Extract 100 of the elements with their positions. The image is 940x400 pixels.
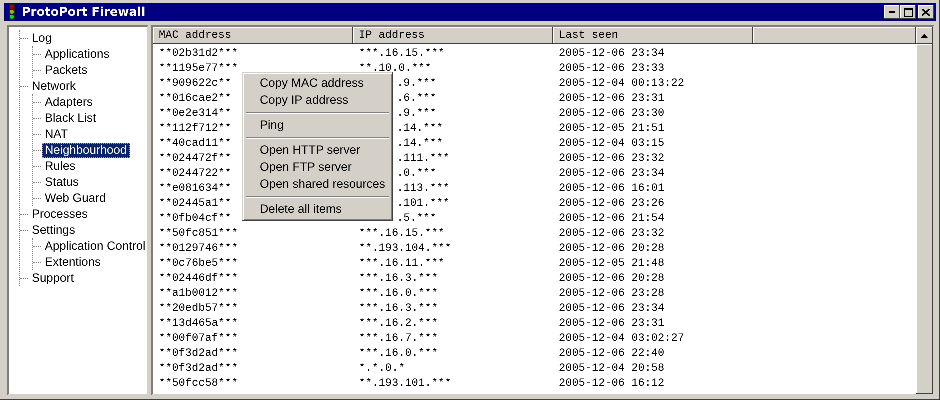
column-header[interactable]: Last seen xyxy=(553,27,753,44)
table-cell: .101.*** xyxy=(397,198,450,210)
menu-item[interactable]: Ping xyxy=(245,117,390,134)
table-cell: 2005-12-06 23:31 xyxy=(559,318,665,330)
tree-item[interactable]: Applications xyxy=(42,46,113,62)
tree-item[interactable]: Status xyxy=(42,174,82,190)
table-cell: 2005-12-04 03:15 xyxy=(559,138,665,150)
table-cell: ***.16.2.*** xyxy=(359,318,438,330)
table-cell: ***.16.7.*** xyxy=(359,332,438,344)
table-cell: **0244722** xyxy=(159,168,232,180)
table-cell: **50fc851*** xyxy=(159,228,238,240)
scrollbar-thumb[interactable] xyxy=(916,44,933,394)
table-cell: .113.*** xyxy=(397,182,450,194)
menu-item[interactable]: Delete all items xyxy=(245,201,390,218)
table-cell: ***.16.0.*** xyxy=(359,348,438,360)
table-cell: **50fcc58*** xyxy=(159,378,238,390)
table-cell: 2005-12-06 23:34 xyxy=(559,168,665,180)
table-cell: **112f712** xyxy=(159,122,232,134)
table-cell: .6.*** xyxy=(397,92,437,104)
tree-item[interactable]: Adapters xyxy=(42,94,96,110)
table-cell: **909622c** xyxy=(159,78,232,90)
tree-item[interactable]: Rules xyxy=(42,158,79,174)
table-cell: **20edb57*** xyxy=(159,302,238,314)
table-cell: 2005-12-06 23:32 xyxy=(559,228,665,240)
table-cell: .14.*** xyxy=(397,138,444,150)
table-cell: **02b31d2*** xyxy=(159,48,238,60)
table-cell: **.193.104.*** xyxy=(359,242,452,254)
close-icon xyxy=(922,8,930,16)
table-cell: 2005-12-06 20:28 xyxy=(559,272,665,284)
table-cell: ***.16.3.*** xyxy=(359,272,438,284)
tree-item[interactable]: Black List xyxy=(42,110,100,126)
table-cell: **00f07af*** xyxy=(159,332,238,344)
tree-item[interactable]: Support xyxy=(29,270,78,286)
tree-item[interactable]: NAT xyxy=(42,126,72,142)
menu-item[interactable]: Open shared resources xyxy=(245,176,390,193)
tree-item[interactable]: Processes xyxy=(29,206,92,222)
scroll-up-button[interactable] xyxy=(916,27,933,44)
table-cell: ***.16.11.*** xyxy=(359,258,445,270)
column-header[interactable]: IP address xyxy=(353,27,553,44)
table-cell: **1195e77*** xyxy=(159,62,238,74)
table-cell: 2005-12-06 23:28 xyxy=(559,288,665,300)
table-cell: 2005-12-06 23:34 xyxy=(559,302,665,314)
table-cell: 2005-12-04 00:13:22 xyxy=(559,78,684,90)
table-cell: .0.*** xyxy=(397,168,437,180)
table-cell: 2005-12-06 16:01 xyxy=(559,182,665,194)
table-cell: 2005-12-06 20:28 xyxy=(559,242,665,254)
up-arrow-icon xyxy=(921,34,928,38)
tree-item[interactable]: Network xyxy=(29,78,80,94)
menu-item[interactable]: Copy IP address xyxy=(245,92,390,109)
table-cell: 2005-12-06 22:40 xyxy=(559,348,665,360)
table-cell: **024472f** xyxy=(159,152,232,164)
table-cell: 2005-12-06 23:34 xyxy=(559,48,665,60)
table-cell: *.*.0.* xyxy=(359,362,406,374)
table-cell: .9.*** xyxy=(397,108,437,120)
minimize-button[interactable] xyxy=(884,5,900,19)
tree-item[interactable]: Settings xyxy=(29,222,78,238)
tree-item[interactable]: Web Guard xyxy=(42,190,110,206)
close-button[interactable] xyxy=(918,5,934,19)
table-cell: 2005-12-06 21:54 xyxy=(559,212,665,224)
table-cell: 2005-12-04 20:58 xyxy=(559,362,665,374)
table-cell: **016cae2** xyxy=(159,92,232,104)
tree-item[interactable]: Extentions xyxy=(42,254,104,270)
table-cell: **.10.0.*** xyxy=(359,62,432,74)
table-cell: ***.16.3.*** xyxy=(359,302,438,314)
table-cell: 2005-12-06 23:33 xyxy=(559,62,665,74)
table-cell: .9.*** xyxy=(397,78,437,90)
table-cell: 2005-12-06 23:26 xyxy=(559,198,665,210)
table-cell: 2005-12-06 23:30 xyxy=(559,108,665,120)
table-cell: **0129746*** xyxy=(159,242,238,254)
traffic-light-icon xyxy=(6,4,18,20)
table-cell: ***.16.15.*** xyxy=(359,228,445,240)
table-cell: **0f3d2ad*** xyxy=(159,362,238,374)
table-cell: **0f3d2ad*** xyxy=(159,348,238,360)
table-cell: 2005-12-05 21:48 xyxy=(559,258,665,270)
table-cell: 2005-12-06 23:31 xyxy=(559,92,665,104)
table-cell: 2005-12-05 21:51 xyxy=(559,122,665,134)
maximize-icon xyxy=(904,8,912,16)
column-header[interactable] xyxy=(753,27,916,44)
menu-item[interactable]: Open FTP server xyxy=(245,159,390,176)
table-cell: ***.16.0.*** xyxy=(359,288,438,300)
tree-item[interactable]: Neighbourhood xyxy=(42,142,130,158)
table-cell: **0fb04cf** xyxy=(159,212,232,224)
table-cell: **.193.101.*** xyxy=(359,378,452,390)
table-cell: 2005-12-04 03:02:27 xyxy=(559,332,684,344)
minimize-icon xyxy=(889,11,895,13)
maximize-button[interactable] xyxy=(900,5,916,19)
tree-item[interactable]: Packets xyxy=(42,62,91,78)
tree-item[interactable]: Log xyxy=(29,30,56,46)
column-header[interactable]: MAC address xyxy=(153,27,353,44)
table-cell: **e081634** xyxy=(159,182,232,194)
menu-item[interactable]: Copy MAC address xyxy=(245,75,390,92)
table-cell: **a1b0012*** xyxy=(159,288,238,300)
table-cell: .5.*** xyxy=(397,212,437,224)
table-cell: **02446df*** xyxy=(159,272,238,284)
table-cell: 2005-12-06 23:32 xyxy=(559,152,665,164)
table-cell: **0e2e314** xyxy=(159,108,232,120)
table-cell: **40cad11** xyxy=(159,138,232,150)
menu-item[interactable]: Open HTTP server xyxy=(245,142,390,159)
table-cell: 2005-12-06 16:12 xyxy=(559,378,665,390)
tree-item[interactable]: Application Control xyxy=(42,238,149,254)
